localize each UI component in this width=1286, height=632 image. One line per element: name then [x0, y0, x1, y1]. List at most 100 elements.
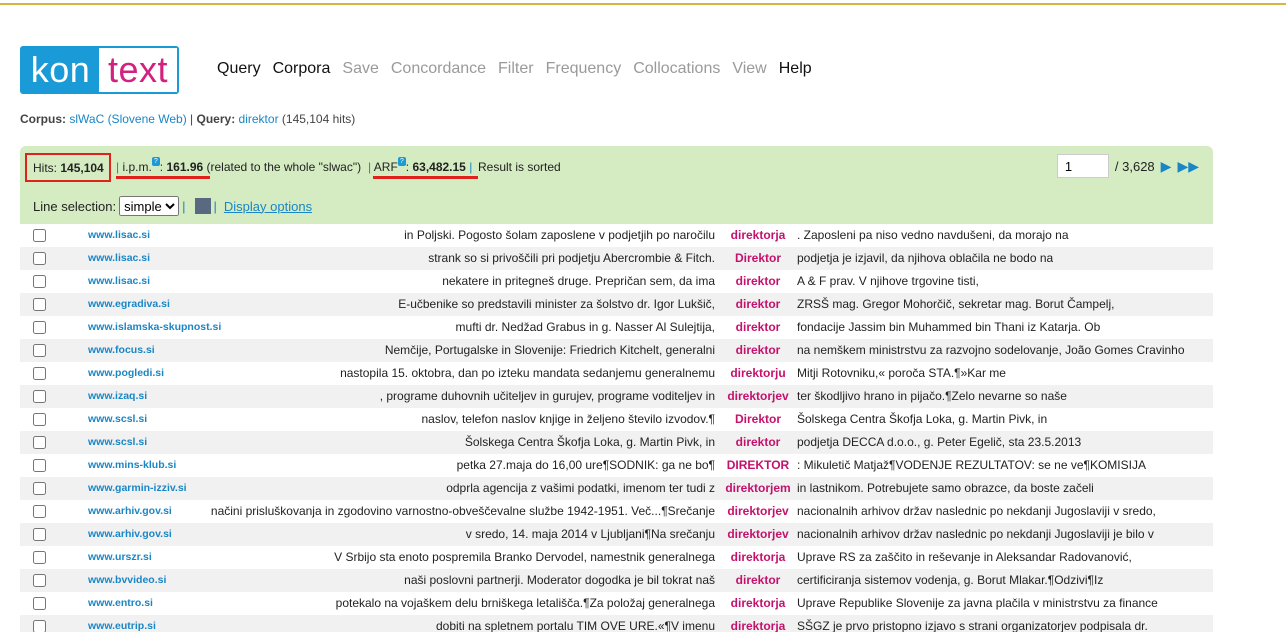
- ipm-help-icon[interactable]: ?: [151, 157, 160, 166]
- row-left-context[interactable]: dobiti na spletnem portalu TIM OVE URE.«…: [436, 619, 715, 632]
- row-left-context[interactable]: petka 27.maja do 16,00 ure¶SODNIK: ga ne…: [457, 458, 715, 472]
- row-source-link[interactable]: www.mins-klub.si: [88, 459, 176, 471]
- row-checkbox[interactable]: [33, 229, 46, 242]
- row-right-context[interactable]: Mitji Rotovniku,« poroča STA.¶»Kar me: [797, 366, 1006, 380]
- image-view-icon[interactable]: [194, 198, 211, 214]
- row-keyword[interactable]: direktor: [723, 573, 793, 587]
- row-right-context[interactable]: Uprave RS za zaščito in reševanje in Ale…: [797, 550, 1132, 564]
- row-keyword[interactable]: direktorja: [723, 596, 793, 610]
- line-selection-select[interactable]: simple: [119, 196, 180, 216]
- kontext-logo[interactable]: kon text: [20, 46, 179, 94]
- row-left-context[interactable]: Šolskega Centra Škofja Loka, g. Martin P…: [465, 435, 715, 449]
- menu-filter[interactable]: Filter: [498, 60, 534, 78]
- row-source-link[interactable]: www.arhiv.gov.si: [88, 528, 172, 540]
- row-keyword[interactable]: direktorja: [723, 228, 793, 242]
- row-checkbox[interactable]: [33, 252, 46, 265]
- menu-view[interactable]: View: [732, 60, 766, 78]
- row-left-context[interactable]: nastopila 15. oktobra, dan po izteku man…: [340, 366, 715, 380]
- row-source-link[interactable]: www.izaq.si: [88, 390, 147, 402]
- row-right-context[interactable]: na nemškem ministrstvu za razvojno sodel…: [797, 343, 1185, 357]
- row-right-context[interactable]: Šolskega Centra Škofja Loka, g. Martin P…: [797, 412, 1047, 426]
- row-source-link[interactable]: www.focus.si: [88, 344, 155, 356]
- row-keyword[interactable]: direktorja: [723, 550, 793, 564]
- row-checkbox[interactable]: [33, 344, 46, 357]
- row-right-context[interactable]: podjetja DECCA d.o.o., g. Peter Egelič, …: [797, 435, 1081, 449]
- row-keyword[interactable]: direktorjev: [723, 504, 793, 518]
- row-checkbox[interactable]: [33, 298, 46, 311]
- arf-help-icon[interactable]: ?: [397, 157, 406, 166]
- row-source-link[interactable]: www.bvvideo.si: [88, 574, 166, 586]
- row-checkbox[interactable]: [33, 390, 46, 403]
- row-source-link[interactable]: www.urszr.si: [88, 551, 152, 563]
- row-left-context[interactable]: naslov, telefon naslov knjige in željeno…: [422, 412, 716, 426]
- row-keyword[interactable]: direktor: [723, 320, 793, 334]
- row-checkbox[interactable]: [33, 551, 46, 564]
- row-left-context[interactable]: strank so si privoščili pri podjetju Abe…: [428, 251, 715, 265]
- row-source-link[interactable]: www.scsl.si: [88, 413, 147, 425]
- row-checkbox[interactable]: [33, 528, 46, 541]
- row-left-context[interactable]: odprla agencija z vašimi podatki, imenom…: [446, 481, 715, 495]
- row-source-link[interactable]: www.eutrip.si: [88, 620, 156, 632]
- row-source-link[interactable]: www.arhiv.gov.si: [88, 505, 172, 517]
- row-keyword[interactable]: Direktor: [723, 412, 793, 426]
- menu-help[interactable]: Help: [779, 60, 812, 78]
- row-checkbox[interactable]: [33, 413, 46, 426]
- row-checkbox[interactable]: [33, 275, 46, 288]
- row-checkbox[interactable]: [33, 620, 46, 632]
- row-right-context[interactable]: podjetja je izjavil, da njihova oblačila…: [797, 251, 1053, 265]
- row-left-context[interactable]: načini prisluškovanja in zgodovino varno…: [211, 504, 715, 518]
- row-left-context[interactable]: , programe duhovnih učiteljev in gurujev…: [380, 389, 715, 403]
- row-keyword[interactable]: direktorjev: [723, 527, 793, 541]
- row-right-context[interactable]: in lastnikom. Potrebujete samo obrazce, …: [797, 481, 1094, 495]
- row-source-link[interactable]: www.lisac.si: [88, 252, 150, 264]
- row-left-context[interactable]: potekalo na vojaškem delu brniškega leta…: [336, 596, 715, 610]
- row-right-context[interactable]: : Mikuletič Matjaž¶VODENJE REZULTATOV: s…: [797, 458, 1146, 472]
- row-right-context[interactable]: fondacije Jassim bin Muhammed bin Thani …: [797, 320, 1100, 334]
- row-checkbox[interactable]: [33, 321, 46, 334]
- row-source-link[interactable]: www.entro.si: [88, 597, 153, 609]
- row-right-context[interactable]: . Zaposleni pa niso vedno navdušeni, da …: [797, 228, 1069, 242]
- row-left-context[interactable]: in Poljski. Pogosto šolam zaposlene v po…: [404, 228, 715, 242]
- menu-concordance[interactable]: Concordance: [391, 60, 486, 78]
- row-left-context[interactable]: naši poslovni partnerji. Moderator dogod…: [404, 573, 715, 587]
- row-source-link[interactable]: www.garmin-izziv.si: [88, 482, 187, 494]
- row-right-context[interactable]: certificiranja sistemov vodenja, g. Boru…: [797, 573, 1103, 587]
- row-keyword[interactable]: Direktor: [723, 251, 793, 265]
- row-keyword[interactable]: direktorja: [723, 619, 793, 632]
- row-checkbox[interactable]: [33, 505, 46, 518]
- row-right-context[interactable]: SŠGZ je prvo pristopno izjavo s strani o…: [797, 619, 1148, 632]
- row-right-context[interactable]: nacionalnih arhivov držav naslednic po n…: [797, 504, 1156, 518]
- menu-corpora[interactable]: Corpora: [273, 60, 331, 78]
- row-right-context[interactable]: nacionalnih arhivov držav naslednic po n…: [797, 527, 1154, 541]
- row-source-link[interactable]: www.lisac.si: [88, 229, 150, 241]
- row-checkbox[interactable]: [33, 597, 46, 610]
- row-source-link[interactable]: www.egradiva.si: [88, 298, 170, 310]
- page-input[interactable]: [1056, 154, 1109, 178]
- row-checkbox[interactable]: [33, 482, 46, 495]
- row-left-context[interactable]: V Srbijo sta enoto pospremila Branko Der…: [334, 550, 715, 564]
- display-options-link[interactable]: Display options: [224, 199, 312, 214]
- row-checkbox[interactable]: [33, 367, 46, 380]
- row-keyword[interactable]: direktorjev: [723, 389, 793, 403]
- row-keyword[interactable]: direktorju: [723, 366, 793, 380]
- menu-collocations[interactable]: Collocations: [633, 60, 720, 78]
- menu-frequency[interactable]: Frequency: [546, 60, 622, 78]
- row-keyword[interactable]: direktorjem: [723, 481, 793, 495]
- row-left-context[interactable]: E-učbenike so predstavili minister za šo…: [398, 297, 715, 311]
- row-source-link[interactable]: www.pogledi.si: [88, 367, 164, 379]
- row-source-link[interactable]: www.lisac.si: [88, 275, 150, 287]
- row-right-context[interactable]: ter škodljivo hrano in pijačo.¶Zelo neva…: [797, 389, 1067, 403]
- row-left-context[interactable]: v sredo, 14. maja 2014 v Ljubljani¶Na sr…: [466, 527, 715, 541]
- row-right-context[interactable]: Uprave Republike Slovenije za javna plač…: [797, 596, 1158, 610]
- row-checkbox[interactable]: [33, 436, 46, 449]
- row-left-context[interactable]: mufti dr. Nedžad Grabus in g. Nasser Al …: [456, 320, 715, 334]
- last-page-icon[interactable]: ▶▶: [1177, 158, 1199, 175]
- row-keyword[interactable]: direktor: [723, 435, 793, 449]
- menu-save[interactable]: Save: [342, 60, 378, 78]
- row-left-context[interactable]: nekatere in pritegneš druge. Prepričan s…: [442, 274, 715, 288]
- row-keyword[interactable]: direktor: [723, 274, 793, 288]
- row-checkbox[interactable]: [33, 574, 46, 587]
- row-right-context[interactable]: ZRSŠ mag. Gregor Mohorčič, sekretar mag.…: [797, 297, 1114, 311]
- corpus-link[interactable]: slWaC (Slovene Web): [69, 112, 186, 126]
- next-page-icon[interactable]: ▶: [1161, 158, 1172, 175]
